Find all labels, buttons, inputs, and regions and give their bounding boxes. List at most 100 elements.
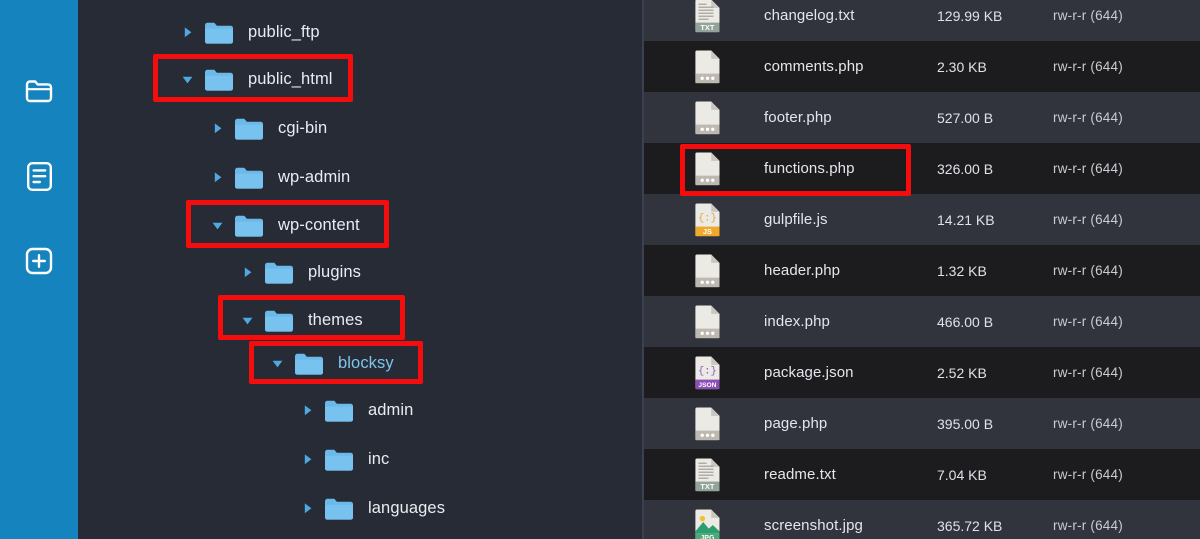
file-size: 395.00 B bbox=[937, 415, 994, 432]
file-row[interactable]: TXT changelog.txt 129.99 KB rw-r-r (644) bbox=[644, 0, 1200, 41]
chevron-down-icon[interactable] bbox=[208, 217, 226, 235]
folder-icon bbox=[234, 166, 264, 190]
file-size: 2.52 KB bbox=[937, 364, 987, 381]
folder-icon bbox=[204, 68, 234, 92]
file-size: 14.21 KB bbox=[937, 211, 995, 228]
tree-item-inc[interactable]: inc bbox=[298, 435, 389, 484]
tree-item-blocksy[interactable]: blocksy bbox=[268, 339, 394, 388]
tree-item-label: public_html bbox=[248, 70, 333, 88]
chevron-down-icon[interactable] bbox=[238, 312, 256, 330]
txt-file-icon: TXT bbox=[690, 0, 724, 35]
file-size: 527.00 B bbox=[937, 109, 994, 126]
php-file-icon bbox=[690, 252, 724, 290]
tree-item-label: wp-admin bbox=[278, 168, 351, 186]
chevron-right-icon[interactable] bbox=[298, 500, 316, 518]
file-row[interactable]: header.php 1.32 KB rw-r-r (644) bbox=[644, 245, 1200, 296]
tree-item-wp-admin[interactable]: wp-admin bbox=[208, 153, 350, 202]
file-name[interactable]: header.php bbox=[764, 262, 840, 279]
chevron-right-icon[interactable] bbox=[298, 402, 316, 420]
chevron-right-icon[interactable] bbox=[298, 451, 316, 469]
file-name[interactable]: comments.php bbox=[764, 58, 864, 75]
svg-text:JSON: JSON bbox=[698, 381, 716, 388]
tree-item-admin[interactable]: admin bbox=[298, 386, 413, 435]
folder-icon bbox=[324, 399, 354, 423]
tree-item-wp-content[interactable]: wp-content bbox=[208, 201, 360, 250]
svg-text:{:}: {:} bbox=[697, 365, 716, 377]
svg-text:TXT: TXT bbox=[700, 22, 714, 31]
chevron-right-icon[interactable] bbox=[178, 24, 196, 42]
file-permissions: rw-r-r (644) bbox=[1053, 314, 1123, 329]
file-size: 129.99 KB bbox=[937, 7, 1003, 24]
file-name[interactable]: page.php bbox=[764, 415, 827, 432]
tree-item-public-ftp[interactable]: public_ftp bbox=[178, 8, 320, 57]
svg-text:TXT: TXT bbox=[700, 481, 714, 490]
folder-tree-panel[interactable]: public_ftp public_html cgi-bin wp-admin wp-c… bbox=[78, 0, 644, 539]
file-permissions: rw-r-r (644) bbox=[1053, 467, 1123, 482]
file-name[interactable]: footer.php bbox=[764, 109, 832, 126]
file-row[interactable]: comments.php 2.30 KB rw-r-r (644) bbox=[644, 41, 1200, 92]
tree-item-plugins[interactable]: plugins bbox=[238, 248, 361, 297]
php-file-icon bbox=[690, 48, 724, 86]
file-name[interactable]: index.php bbox=[764, 313, 830, 330]
tree-item-languages[interactable]: languages bbox=[298, 484, 445, 533]
tree-item-cgi-bin[interactable]: cgi-bin bbox=[208, 104, 327, 153]
tree-item-label: blocksy bbox=[338, 354, 394, 372]
folder-icon bbox=[294, 352, 324, 376]
file-permissions: rw-r-r (644) bbox=[1053, 59, 1123, 74]
file-size: 2.30 KB bbox=[937, 58, 987, 75]
folder-icon bbox=[204, 21, 234, 45]
file-permissions: rw-r-r (644) bbox=[1053, 110, 1123, 125]
file-size: 7.04 KB bbox=[937, 466, 987, 483]
file-row[interactable]: index.php 466.00 B rw-r-r (644) bbox=[644, 296, 1200, 347]
file-permissions: rw-r-r (644) bbox=[1053, 518, 1123, 533]
file-size: 365.72 KB bbox=[937, 517, 1003, 534]
svg-text:JPG: JPG bbox=[700, 535, 715, 539]
php-file-icon bbox=[690, 303, 724, 341]
file-permissions: rw-r-r (644) bbox=[1053, 416, 1123, 431]
chevron-down-icon[interactable] bbox=[178, 71, 196, 89]
tree-item-label: inc bbox=[368, 450, 390, 468]
php-file-icon bbox=[690, 150, 724, 188]
add-new-icon[interactable] bbox=[22, 244, 56, 278]
file-row[interactable]: {:} JSON package.json 2.52 KB rw-r-r (644) bbox=[644, 347, 1200, 398]
chevron-right-icon[interactable] bbox=[208, 120, 226, 138]
file-row[interactable]: functions.php 326.00 B rw-r-r (644) bbox=[644, 143, 1200, 194]
chevron-right-icon[interactable] bbox=[208, 169, 226, 187]
php-file-icon bbox=[690, 99, 724, 137]
folder-icon bbox=[234, 117, 264, 141]
file-editor-icon[interactable] bbox=[22, 159, 56, 193]
tree-item-themes[interactable]: themes bbox=[238, 296, 363, 345]
json-file-icon: {:} JSON bbox=[690, 354, 724, 392]
js-file-icon: {:} JS bbox=[690, 201, 724, 239]
file-name[interactable]: changelog.txt bbox=[764, 7, 855, 24]
file-row[interactable]: page.php 395.00 B rw-r-r (644) bbox=[644, 398, 1200, 449]
tree-item-public-html[interactable]: public_html bbox=[178, 55, 333, 104]
file-size: 466.00 B bbox=[937, 313, 994, 330]
tree-item-label: languages bbox=[368, 499, 446, 517]
file-permissions: rw-r-r (644) bbox=[1053, 8, 1123, 23]
folder-icon bbox=[264, 309, 294, 333]
file-row[interactable]: JPG screenshot.jpg 365.72 KB rw-r-r (644) bbox=[644, 500, 1200, 539]
file-name[interactable]: screenshot.jpg bbox=[764, 517, 863, 534]
tree-item-label: themes bbox=[308, 311, 363, 329]
file-list-panel[interactable]: TXT changelog.txt 129.99 KB rw-r-r (644) com… bbox=[644, 0, 1200, 539]
file-manager-icon[interactable] bbox=[22, 74, 56, 108]
file-name[interactable]: package.json bbox=[764, 364, 854, 381]
file-manager-window: public_ftp public_html cgi-bin wp-admin wp-c… bbox=[0, 0, 1200, 539]
file-row[interactable]: footer.php 527.00 B rw-r-r (644) bbox=[644, 92, 1200, 143]
file-name[interactable]: gulpfile.js bbox=[764, 211, 828, 228]
file-row[interactable]: TXT readme.txt 7.04 KB rw-r-r (644) bbox=[644, 449, 1200, 500]
file-permissions: rw-r-r (644) bbox=[1053, 161, 1123, 176]
svg-text:{:}: {:} bbox=[697, 212, 716, 224]
file-size: 1.32 KB bbox=[937, 262, 987, 279]
chevron-right-icon[interactable] bbox=[238, 264, 256, 282]
folder-icon bbox=[264, 261, 294, 285]
txt-file-icon: TXT bbox=[690, 456, 724, 494]
chevron-down-icon[interactable] bbox=[268, 355, 286, 373]
file-permissions: rw-r-r (644) bbox=[1053, 365, 1123, 380]
folder-icon bbox=[324, 448, 354, 472]
file-name[interactable]: functions.php bbox=[764, 160, 855, 177]
file-row[interactable]: {:} JS gulpfile.js 14.21 KB rw-r-r (644) bbox=[644, 194, 1200, 245]
svg-text:JS: JS bbox=[702, 226, 711, 235]
file-name[interactable]: readme.txt bbox=[764, 466, 836, 483]
